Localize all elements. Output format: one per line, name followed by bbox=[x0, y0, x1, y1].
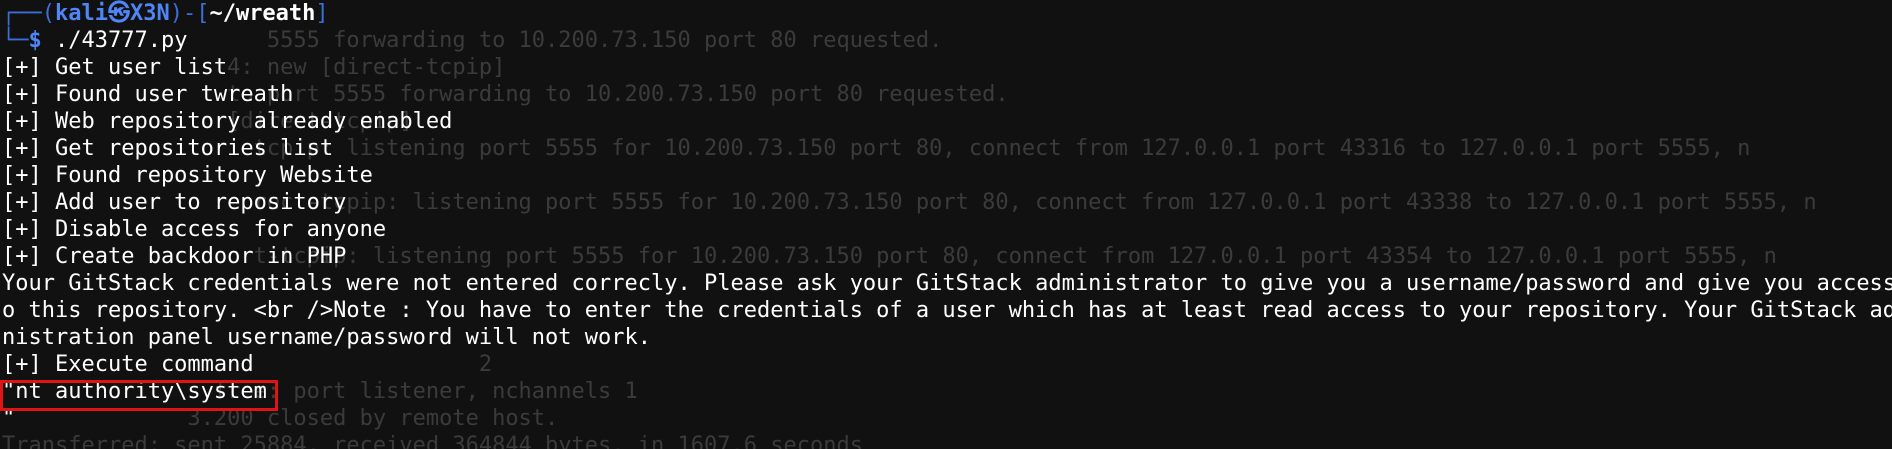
output-line: [+] Get repositories list bbox=[2, 136, 334, 161]
output-line: [+] Disable access for anyone bbox=[2, 217, 387, 242]
prompt-header: ┌──(kali㉿X3N)-[~/wreath] bbox=[2, 0, 1892, 27]
output-line: nistration panel username/password will … bbox=[2, 325, 652, 350]
output-line: [+] Get user list bbox=[2, 55, 228, 80]
output-line: [+] Found repository Website bbox=[2, 163, 373, 188]
prompt-command: ./43777.py bbox=[55, 28, 188, 53]
output-line: [+] Create backdoor in PHP bbox=[2, 244, 347, 269]
output-line: [+] Add user to repository bbox=[2, 190, 347, 215]
command-result-line: "nt authority\system bbox=[2, 379, 267, 404]
prompt-user-host: kali㉿X3N bbox=[54, 1, 170, 26]
prompt-dollar: $ bbox=[28, 28, 42, 53]
prompt-cwd: ~/wreath bbox=[209, 1, 316, 26]
output-line: " bbox=[2, 406, 16, 431]
prompt-command-line: └─$ ./43777.py bbox=[2, 27, 1892, 54]
terminal-output[interactable]: ┌──(kali㉿X3N)-[~/wreath] └─$ ./43777.py … bbox=[2, 0, 1892, 432]
prompt-frame-mid: )-[ bbox=[169, 1, 210, 26]
prompt-frame-end: ] bbox=[315, 1, 329, 26]
prompt-frame-bottom: └─ bbox=[2, 28, 29, 53]
terminal-window[interactable]: 5555 forwarding to 10.200.73.150 port 80… bbox=[0, 0, 1892, 449]
prompt-frame-top: ┌──( bbox=[2, 1, 55, 26]
background-line: Transferred: sent 25884, received 364844… bbox=[2, 433, 863, 449]
highlight-box bbox=[0, 380, 278, 411]
output-line: [+] Web repository already enabled bbox=[2, 109, 453, 134]
output-line: o this repository. <br />Note : You have… bbox=[2, 298, 1892, 323]
output-line: [+] Found user twreath bbox=[2, 82, 294, 107]
output-line: Your GitStack credentials were not enter… bbox=[2, 271, 1892, 296]
output-line: [+] Execute command bbox=[2, 352, 254, 377]
